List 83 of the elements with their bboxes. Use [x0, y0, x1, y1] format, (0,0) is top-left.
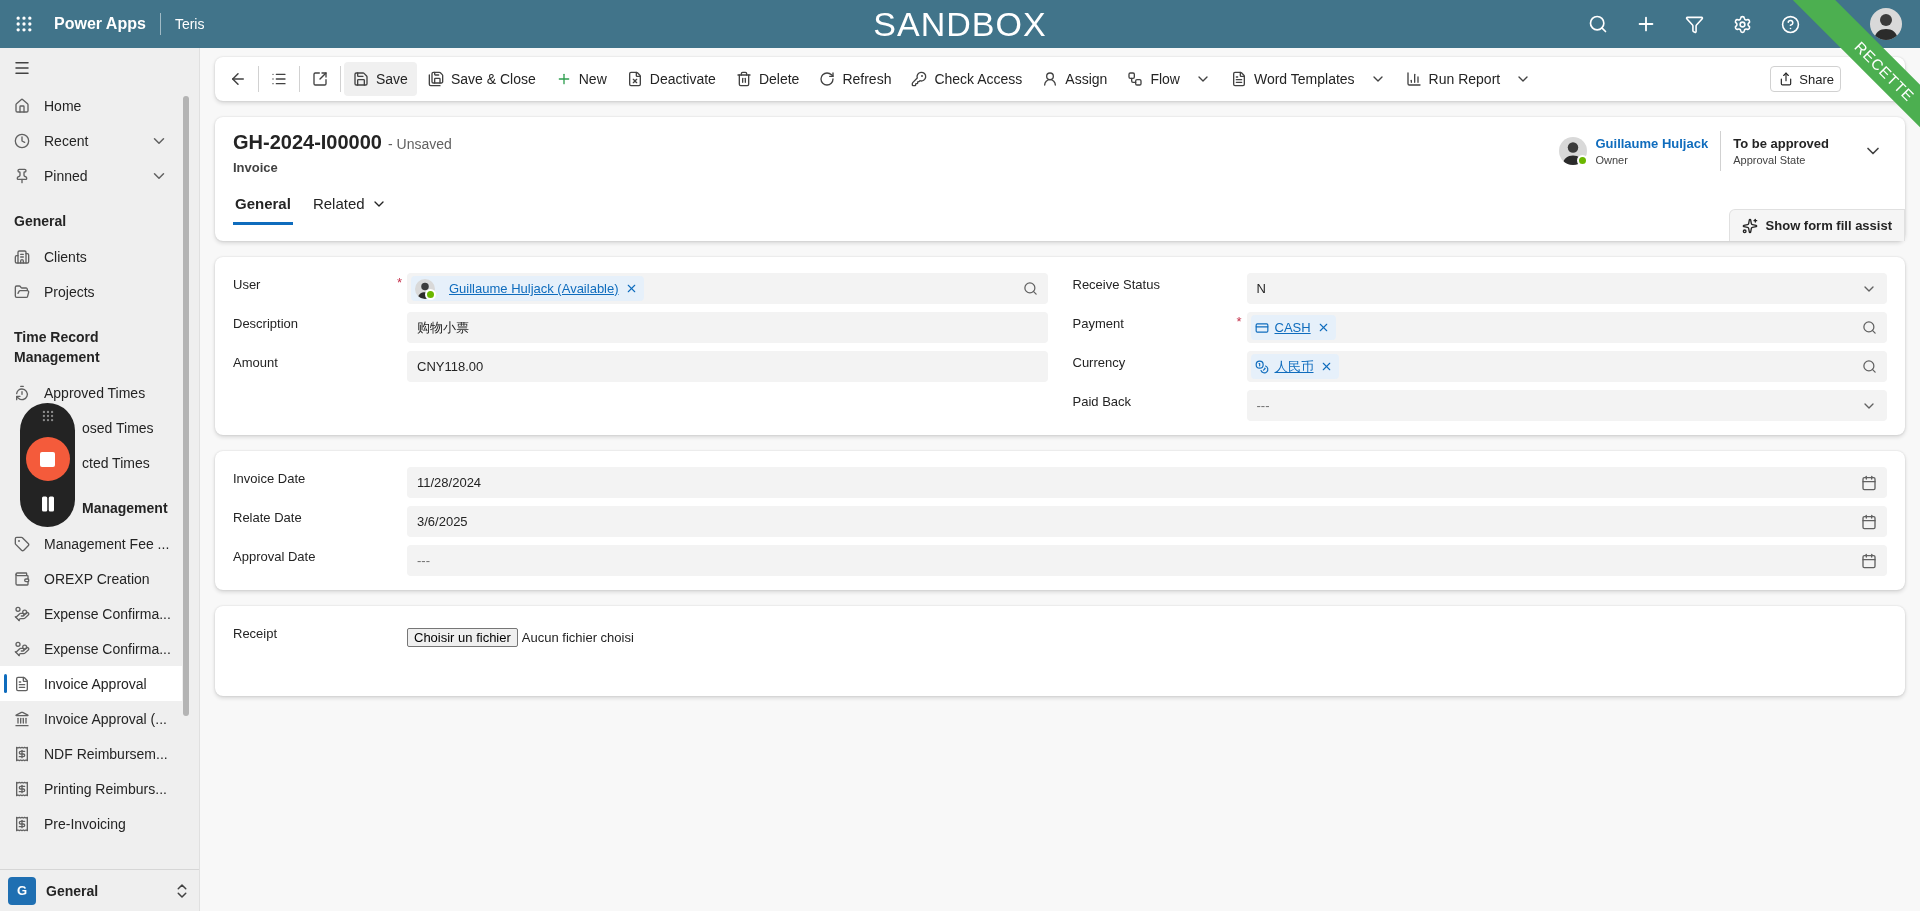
share-button[interactable]: Share [1770, 66, 1841, 92]
field-placeholder: --- [1256, 398, 1270, 413]
command-button[interactable]: Assign [1033, 62, 1117, 96]
command-button[interactable]: Save & Close [418, 62, 545, 96]
owner-label: Owner [1595, 154, 1629, 166]
area-switcher[interactable]: G General [0, 869, 199, 911]
nav-item[interactable]: Management Fee ... [0, 526, 182, 561]
field-value: CNY118.00 [417, 359, 484, 374]
command-button[interactable]: Check Access [902, 62, 1032, 96]
select-field[interactable]: N [1246, 273, 1887, 304]
field-value: 3/6/2025 [417, 514, 468, 529]
field-label: Relate Date [233, 509, 302, 525]
field-label: Currency [1072, 354, 1126, 370]
nav-item[interactable]: cted Times [0, 445, 182, 480]
lookup-field[interactable]: 人民币 [1246, 351, 1887, 382]
record-title: GH-2024-I00000 [233, 131, 382, 154]
field-label: User [233, 276, 261, 292]
nav-item[interactable]: Expense Confirma... [0, 596, 182, 631]
field-label: Receipt [233, 625, 278, 641]
group-title: Time Record Management [14, 328, 101, 367]
nav-item[interactable]: NDF Reimbursem... [0, 736, 182, 771]
owner-link[interactable]: Guillaume Huljack [1595, 136, 1709, 151]
field-label: Invoice Date [233, 470, 306, 486]
nav-item[interactable]: Clients [0, 239, 182, 274]
group-title: General [14, 212, 68, 231]
date-field[interactable]: 3/6/2025 [407, 506, 1887, 537]
lookup-link[interactable]: Guillaume Huljack (Available) [449, 281, 619, 296]
field-value: N [1256, 281, 1266, 296]
nav-item[interactable]: Recent [0, 123, 182, 158]
approval-state-value: To be approved [1733, 136, 1829, 151]
sandbox-label: SANDBOX [873, 4, 1047, 44]
environment-name: Teris [173, 16, 205, 32]
select-field[interactable]: --- [1246, 390, 1887, 421]
nav-item[interactable]: Approved Times [0, 375, 182, 410]
area-badge: G [8, 876, 36, 905]
save-status: - Unsaved [388, 136, 452, 152]
text-field[interactable]: 购物小票 [407, 312, 1048, 343]
field-value: 购物小票 [417, 318, 469, 337]
nav-item[interactable]: Printing Reimburs... [0, 771, 182, 806]
command-button[interactable]: Save [344, 62, 417, 96]
choose-file-button[interactable]: Choisir un fichier [407, 628, 518, 647]
nav-item[interactable]: Home [0, 88, 182, 123]
nav-item[interactable]: Projects [0, 274, 182, 309]
field-placeholder: --- [417, 553, 430, 568]
field-value: 11/28/2024 [417, 475, 482, 490]
field-label: Payment [1072, 315, 1124, 331]
nav-item[interactable]: Pinned [0, 158, 182, 193]
app-name: Power Apps [48, 13, 161, 35]
area-label: General [46, 882, 99, 899]
lookup-field[interactable]: Guillaume Huljack (Available) [407, 273, 1048, 304]
field-label: Receive Status [1072, 276, 1160, 292]
approval-state-label: Approval State [1733, 154, 1807, 166]
lookup-link[interactable]: CASH [1274, 320, 1311, 335]
lookup-link[interactable]: 人民币 [1274, 357, 1314, 376]
command-button[interactable]: Refresh [810, 62, 901, 96]
command-button[interactable]: Delete [726, 62, 809, 96]
lookup-field[interactable]: CASH [1246, 312, 1887, 343]
file-status: Aucun fichier choisi [521, 629, 634, 645]
required-mark: * [1236, 313, 1242, 329]
form-fill-assist-button[interactable]: Show form fill assist [1728, 209, 1905, 241]
tab[interactable]: Related [310, 195, 389, 225]
nav-item[interactable]: Expense Confirma... [0, 631, 182, 666]
field-label: Paid Back [1072, 393, 1132, 409]
text-field[interactable]: CNY118.00 [407, 351, 1048, 382]
command-button[interactable]: New [546, 62, 616, 96]
nav-item[interactable]: OREXP Creation [0, 561, 182, 596]
command-button[interactable]: Flow [1118, 62, 1220, 96]
command-button[interactable]: Run Report [1396, 62, 1541, 96]
date-field[interactable]: --- [407, 545, 1887, 576]
field-label: Approval Date [233, 548, 316, 564]
command-button[interactable]: Word Templates [1221, 62, 1395, 96]
tab[interactable]: General [233, 195, 293, 225]
nav-item[interactable]: Invoice Approval [0, 666, 182, 701]
field-label: Amount [233, 354, 278, 370]
group-title: Management [82, 499, 168, 518]
nav-item[interactable]: Invoice Approval (... [0, 701, 182, 736]
required-mark: * [397, 274, 403, 290]
date-field[interactable]: 11/28/2024 [407, 467, 1887, 498]
field-label: Description [233, 315, 299, 331]
entity-name: Invoice [233, 160, 279, 175]
nav-item[interactable]: osed Times [0, 410, 182, 445]
command-button[interactable]: Deactivate [617, 62, 725, 96]
nav-item[interactable]: Pre-Invoicing [0, 806, 182, 841]
